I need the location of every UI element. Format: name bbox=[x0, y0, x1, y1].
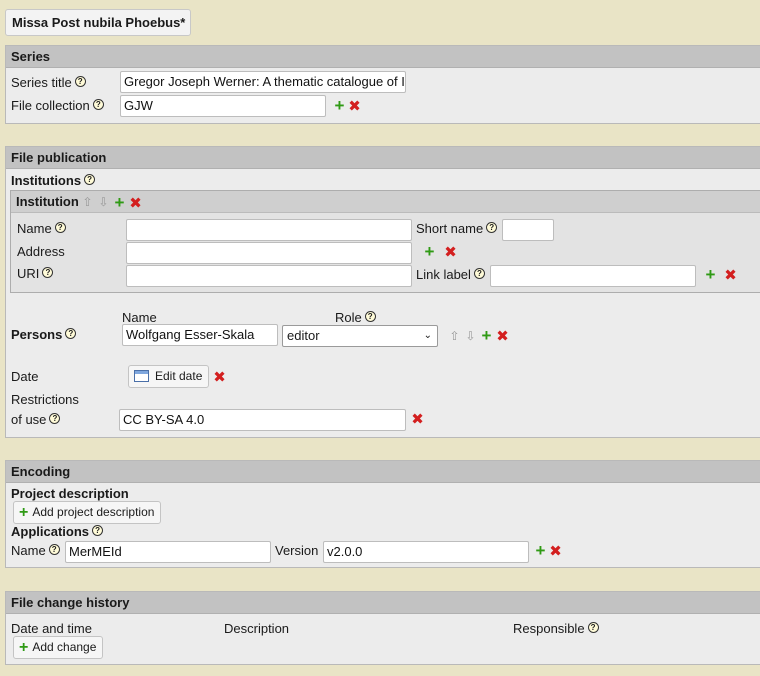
help-icon[interactable]: ? bbox=[473, 268, 485, 279]
move-up-icon[interactable]: ⇧ bbox=[81, 196, 94, 209]
file-change-history-panel: File change history bbox=[5, 591, 760, 665]
add-icon: + bbox=[19, 504, 29, 521]
institutions-label: Institutions? bbox=[11, 173, 96, 188]
delete-icon[interactable]: ✖ bbox=[411, 412, 424, 427]
file-collection-input[interactable]: GJW bbox=[120, 95, 326, 117]
help-icon[interactable]: ? bbox=[48, 544, 60, 555]
document-title-tab[interactable]: Missa Post nubila Phoebus* bbox=[5, 9, 191, 36]
move-down-icon[interactable]: ⇩ bbox=[97, 196, 110, 209]
application-version-input[interactable]: v2.0.0 bbox=[323, 541, 529, 563]
add-icon: + bbox=[19, 639, 29, 656]
delete-icon[interactable]: ✖ bbox=[496, 329, 509, 344]
delete-icon[interactable]: ✖ bbox=[444, 245, 457, 260]
help-icon[interactable]: ? bbox=[84, 174, 96, 185]
help-icon[interactable]: ? bbox=[65, 328, 77, 339]
restrictions-label: Restrictions bbox=[11, 392, 79, 407]
project-description-label: Project description bbox=[11, 486, 129, 501]
help-icon[interactable]: ? bbox=[92, 525, 104, 536]
edit-date-button[interactable]: Edit date bbox=[128, 365, 210, 388]
add-change-button[interactable]: + Add change bbox=[13, 636, 104, 659]
move-down-icon[interactable]: ⇩ bbox=[464, 330, 477, 343]
delete-icon[interactable]: ✖ bbox=[549, 544, 562, 559]
delete-icon[interactable]: ✖ bbox=[724, 268, 737, 283]
restrictions-label-cont: of use? bbox=[11, 412, 61, 427]
add-icon[interactable]: + bbox=[423, 243, 436, 260]
person-role-select[interactable]: editor ⌄ bbox=[282, 325, 438, 347]
series-title-label: Series title? bbox=[11, 75, 86, 90]
link-label-input[interactable] bbox=[490, 265, 696, 287]
add-icon[interactable]: + bbox=[480, 327, 493, 344]
file-collection-label: File collection? bbox=[11, 98, 104, 113]
institution-name-label: Name? bbox=[17, 221, 66, 236]
person-name-input[interactable]: Wolfgang Esser-Skala bbox=[122, 324, 278, 346]
restrictions-input[interactable]: CC BY-SA 4.0 bbox=[119, 409, 406, 431]
series-heading: Series bbox=[6, 46, 760, 68]
application-version-label: Version bbox=[275, 543, 319, 558]
add-icon[interactable]: + bbox=[704, 266, 717, 283]
help-icon[interactable]: ? bbox=[364, 311, 376, 322]
encoding-heading: Encoding bbox=[6, 461, 760, 483]
person-role-column-header: Role? bbox=[335, 310, 376, 325]
add-icon[interactable]: + bbox=[113, 194, 126, 211]
responsible-column-header: Responsible? bbox=[513, 621, 599, 636]
help-icon[interactable]: ? bbox=[587, 622, 599, 633]
address-label: Address bbox=[17, 244, 65, 259]
add-icon[interactable]: + bbox=[534, 542, 547, 559]
help-icon[interactable]: ? bbox=[486, 222, 498, 233]
description-column-header: Description bbox=[224, 621, 290, 636]
short-name-label: Short name? bbox=[416, 221, 498, 236]
help-icon[interactable]: ? bbox=[92, 99, 104, 110]
series-title-input[interactable]: Gregor Joseph Werner: A thematic catalog… bbox=[120, 71, 406, 93]
help-icon[interactable]: ? bbox=[74, 76, 86, 87]
date-time-column-header: Date and time bbox=[11, 621, 92, 636]
delete-icon[interactable]: ✖ bbox=[129, 196, 142, 211]
help-icon[interactable]: ? bbox=[49, 413, 61, 424]
move-up-icon[interactable]: ⇧ bbox=[448, 330, 461, 343]
calendar-icon bbox=[134, 370, 149, 382]
uri-input[interactable] bbox=[126, 265, 412, 287]
person-name-column-header: Name bbox=[122, 310, 157, 325]
add-project-description-button[interactable]: + Add project description bbox=[13, 501, 162, 524]
applications-label: Applications? bbox=[11, 524, 104, 539]
application-name-label: Name? bbox=[11, 543, 60, 558]
file-change-history-heading: File change history bbox=[6, 592, 760, 614]
help-icon[interactable]: ? bbox=[54, 222, 66, 233]
persons-label: Persons? bbox=[11, 327, 77, 342]
uri-label: URI? bbox=[17, 266, 54, 281]
short-name-input[interactable] bbox=[502, 219, 554, 241]
date-label: Date bbox=[11, 369, 39, 384]
institution-name-input[interactable] bbox=[126, 219, 412, 241]
link-label-label: Link label? bbox=[416, 267, 485, 282]
delete-icon[interactable]: ✖ bbox=[348, 99, 361, 114]
chevron-down-icon: ⌄ bbox=[423, 330, 432, 341]
address-input[interactable] bbox=[126, 242, 412, 264]
application-name-input[interactable]: MerMEId bbox=[65, 541, 271, 563]
help-icon[interactable]: ? bbox=[42, 267, 54, 278]
file-publication-heading: File publication bbox=[6, 147, 760, 169]
delete-icon[interactable]: ✖ bbox=[213, 370, 226, 385]
add-icon[interactable]: + bbox=[333, 97, 346, 114]
